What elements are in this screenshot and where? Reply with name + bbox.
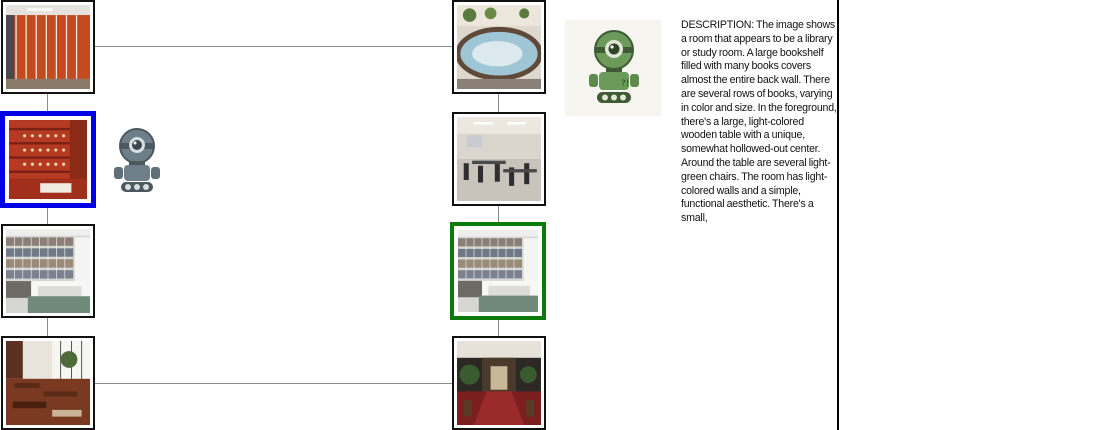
image-node-left-1[interactable] [1,0,95,94]
image-node-left-2-selected[interactable] [0,111,96,208]
image-node-right-3-selected[interactable] [450,222,546,320]
image-node-right-1[interactable] [452,0,546,94]
image-node-left-3[interactable] [1,224,95,318]
cafe-dining-photo [6,341,90,425]
hot-tub-photo [457,5,541,89]
svg-text:?!: ?! [621,79,629,89]
image-node-right-4[interactable] [452,336,546,430]
robot-icon [109,126,165,194]
library-photo [458,230,538,312]
image-description-text: DESCRIPTION: The image shows a room that… [681,19,837,225]
classroom-photo [457,117,541,201]
image-node-right-2[interactable] [452,112,546,206]
robot-thinking-icon: ?! [565,20,661,116]
image-node-left-4[interactable] [1,336,95,430]
locker-room-photo [6,5,90,89]
panel-divider [837,0,839,430]
wine-cellar-photo [9,120,87,199]
library-photo [6,229,90,313]
hotel-lobby-photo [457,341,541,425]
edge-left-1-right-1 [95,46,452,47]
edge-left-4-right-4 [95,383,452,384]
